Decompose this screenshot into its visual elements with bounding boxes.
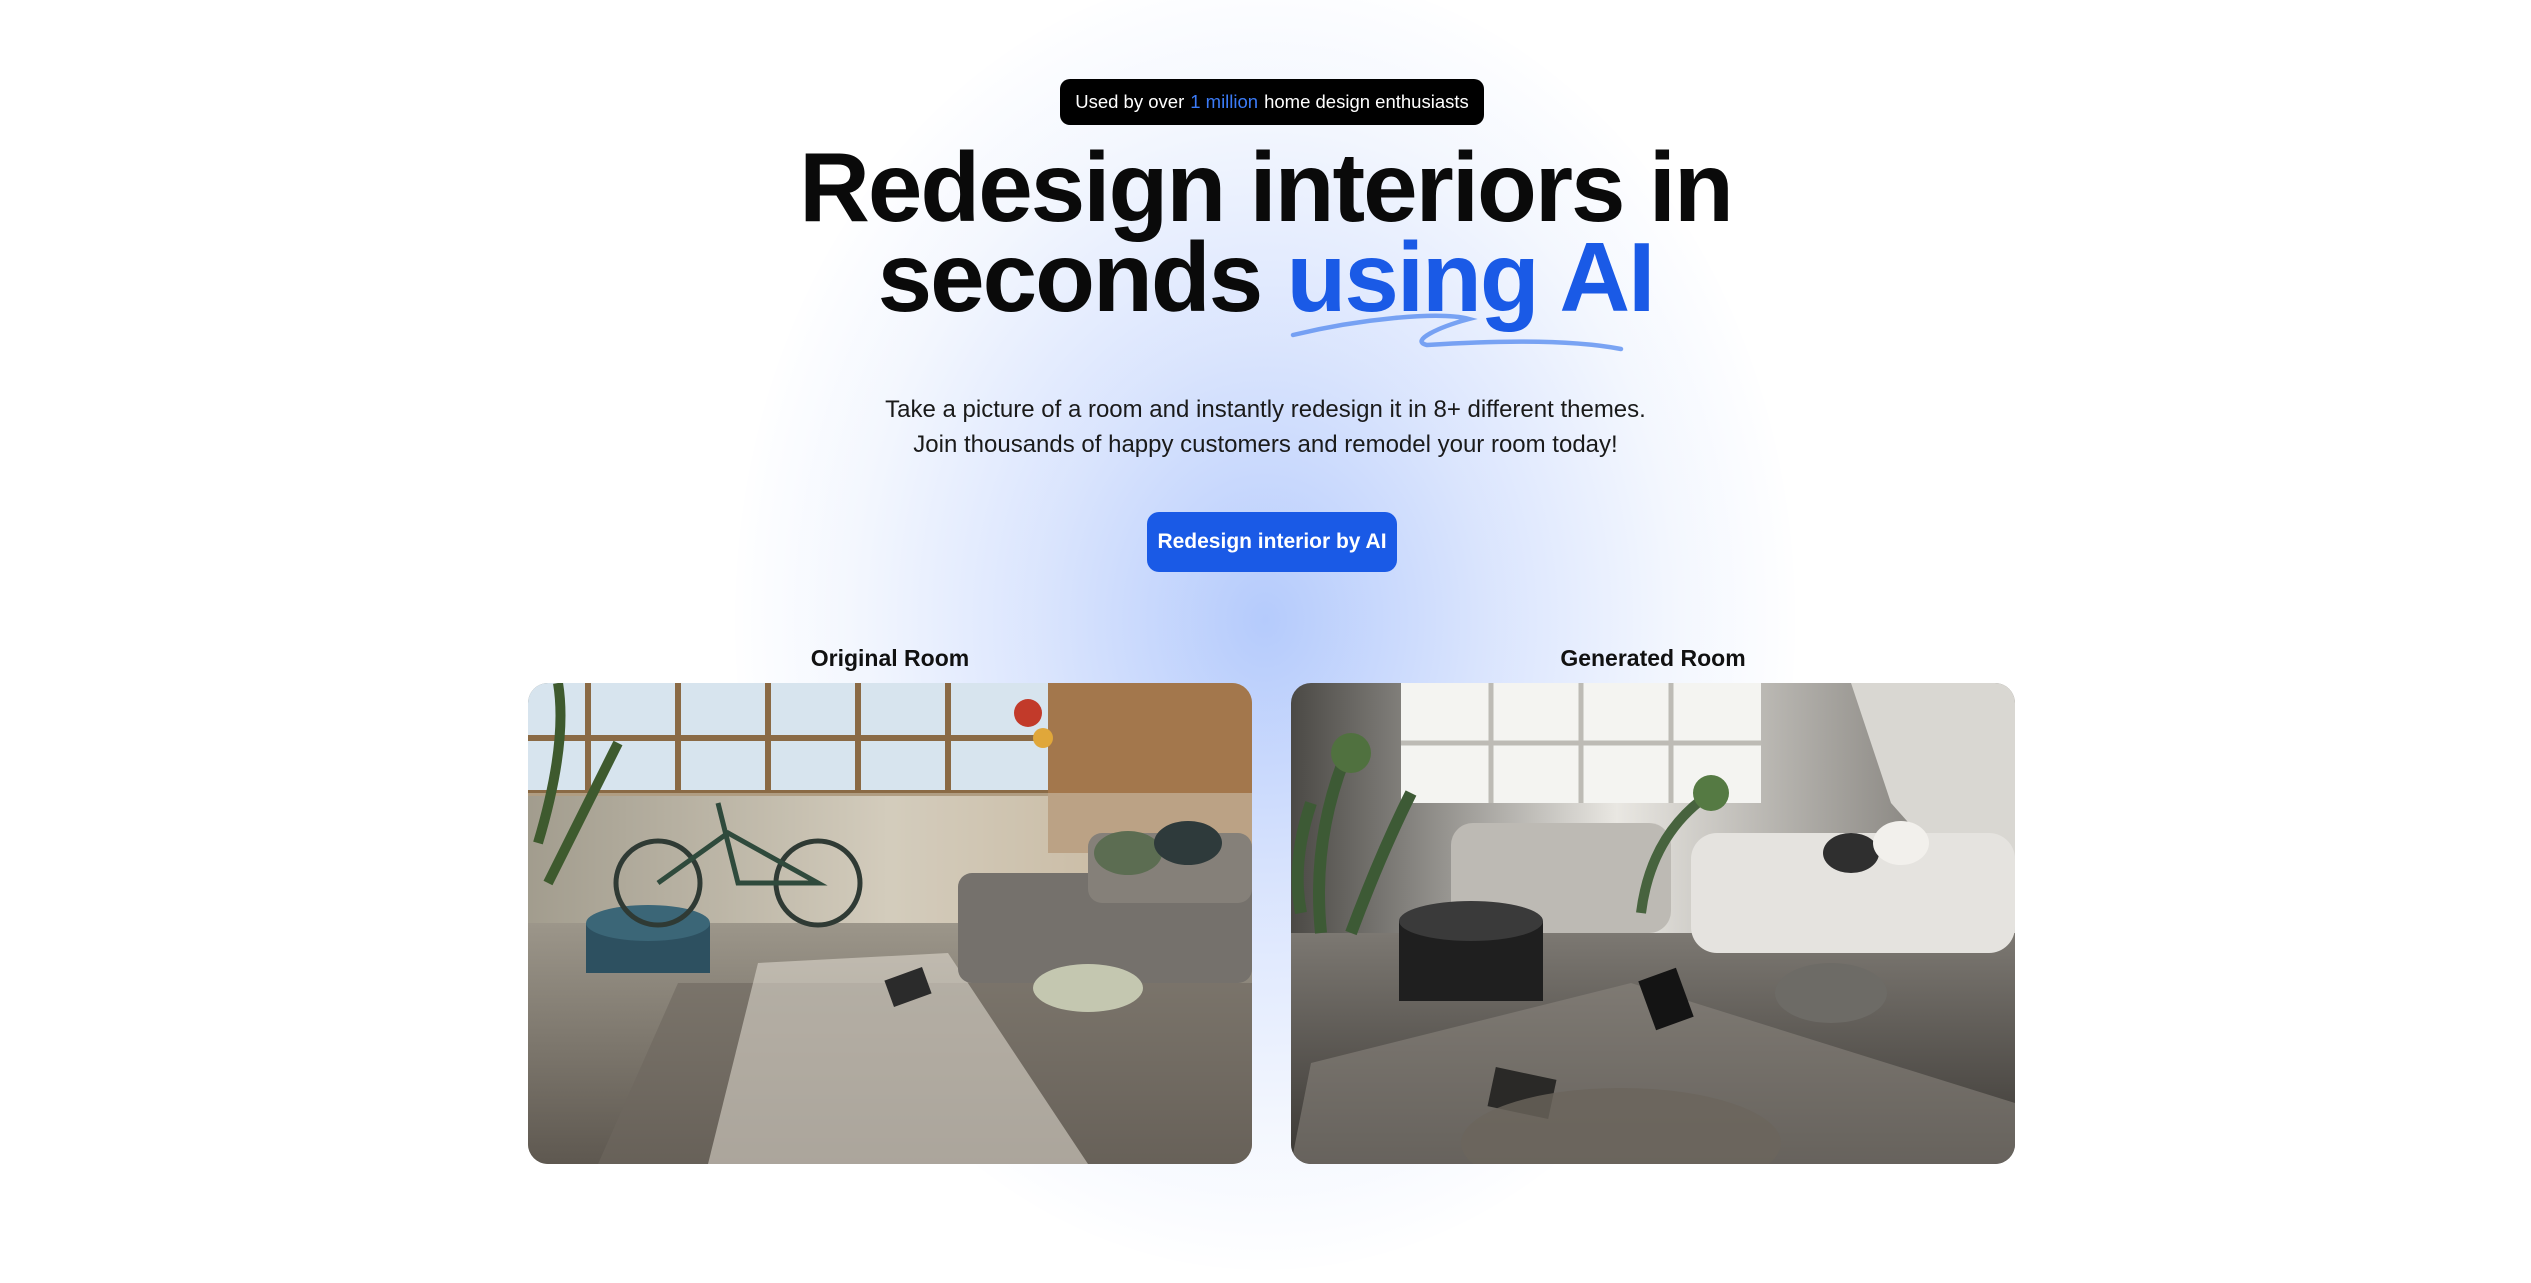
hero-headline: Redesign interiors in seconds using AI xyxy=(0,132,2531,326)
badge-suffix: home design enthusiasts xyxy=(1264,91,1469,112)
landing-page: Used by over 1 million home design enthu… xyxy=(0,0,2531,1283)
badge-prefix: Used by over xyxy=(1075,91,1185,112)
original-room-caption: Original Room xyxy=(810,645,970,671)
generated-room-image xyxy=(1291,683,2015,1164)
headline-line-2: seconds using AI xyxy=(0,228,2531,326)
original-room-image xyxy=(528,683,1252,1164)
headline-plain-word: seconds xyxy=(877,222,1264,332)
hero-subtitle: Take a picture of a room and instantly r… xyxy=(0,392,2531,462)
subtitle-line-2: Join thousands of happy customers and re… xyxy=(913,431,1618,458)
generated-room-photo-icon xyxy=(1291,683,2015,1164)
underline-squiggle-icon xyxy=(1290,313,1624,352)
living-room-photo-icon xyxy=(528,683,1252,1164)
generated-room-caption: Generated Room xyxy=(1560,645,1746,671)
headline-line-1: Redesign interiors in xyxy=(799,132,1734,242)
redesign-interior-button[interactable]: Redesign interior by AI xyxy=(1147,512,1397,572)
subtitle-line-1: Take a picture of a room and instantly r… xyxy=(885,396,1646,423)
badge-highlight: 1 million xyxy=(1190,91,1259,112)
usage-badge: Used by over 1 million home design enthu… xyxy=(1060,79,1484,125)
